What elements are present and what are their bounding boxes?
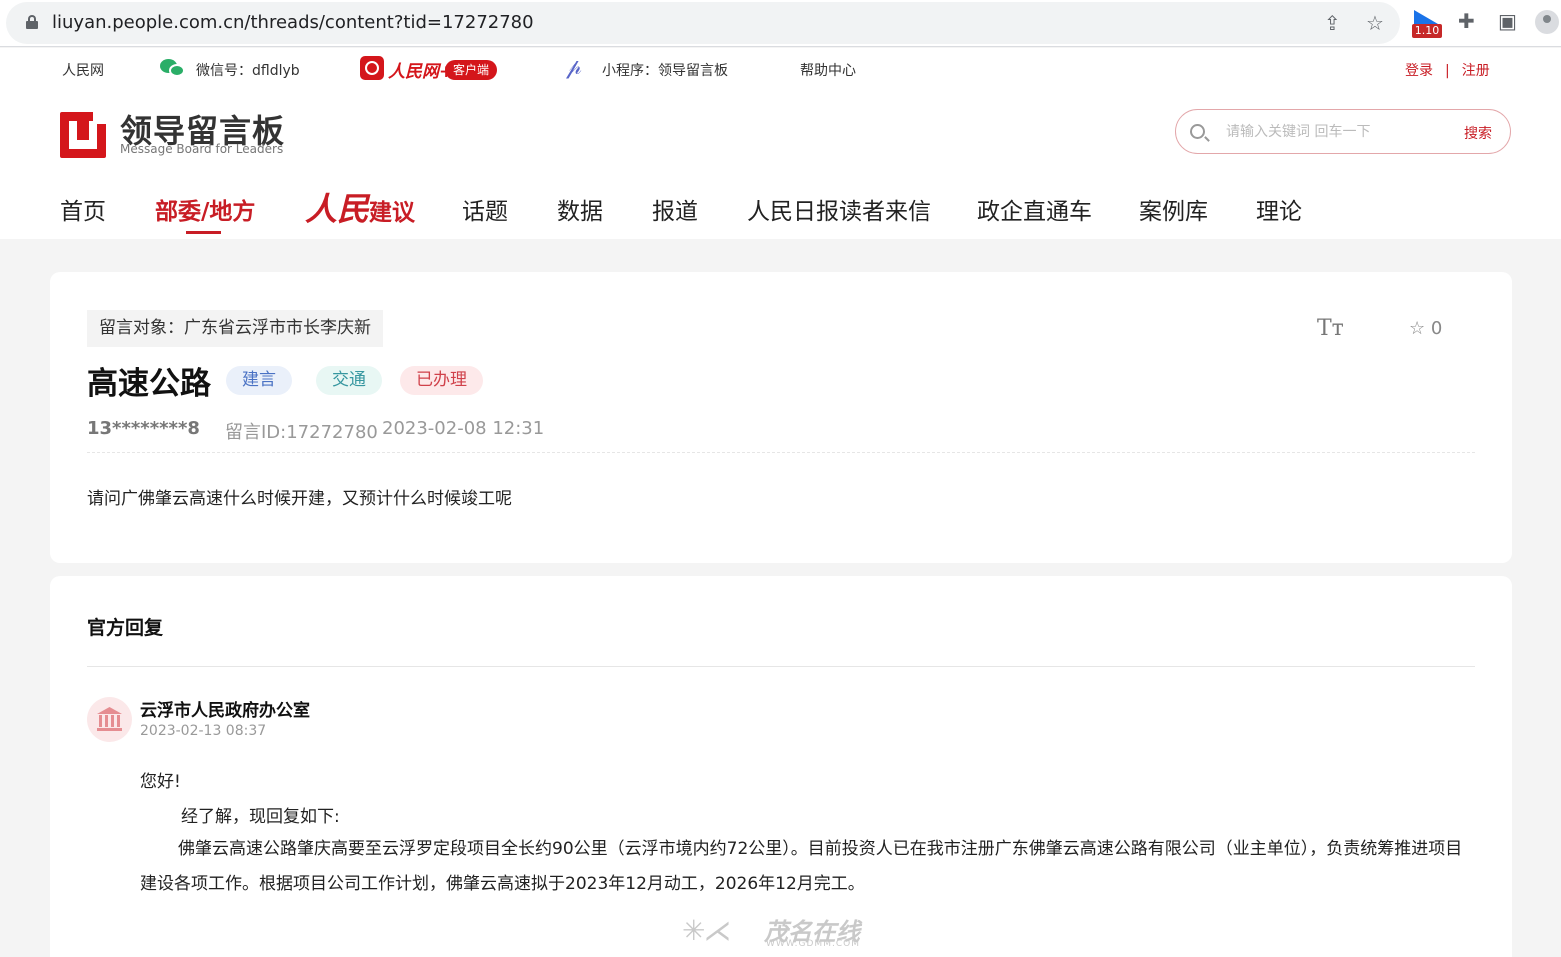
- post-title: 高速公路: [87, 366, 211, 402]
- nav-ministry-local[interactable]: 部委/地方: [155, 192, 255, 226]
- people-site-link[interactable]: 人民网: [62, 60, 104, 80]
- message-id: 留言ID:17272780: [225, 422, 378, 443]
- reply-heading: 官方回复: [87, 617, 164, 639]
- reply-org-name: 云浮市人民政府办公室: [140, 701, 310, 721]
- nav-topics[interactable]: 话题: [462, 192, 508, 226]
- nav-data[interactable]: 数据: [557, 192, 603, 226]
- reply-intro: 经了解，现回复如下:: [181, 807, 340, 827]
- nav-rmjy-part2: 建议: [369, 200, 416, 226]
- nav-active-indicator: [186, 231, 221, 234]
- site-logo[interactable]: 领导留言板 Message Board for Leaders: [60, 106, 300, 158]
- government-building-icon: [87, 697, 132, 742]
- divider: [87, 666, 1475, 667]
- rmw-logo-icon: [360, 56, 384, 80]
- divider: [87, 452, 1475, 453]
- share-icon[interactable]: ⇪: [1324, 12, 1341, 34]
- reply-card: 官方回复 云浮市人民政府办公室 2023-02-13 08:37 您好! 经了解…: [50, 576, 1512, 957]
- search-input[interactable]: [1226, 122, 1456, 142]
- login-link[interactable]: 登录: [1405, 63, 1433, 79]
- wechat-account[interactable]: 微信号：dfldlyb: [196, 60, 300, 80]
- client-label: 客户端: [445, 60, 498, 80]
- status-badge: 已办理: [400, 366, 483, 395]
- post-datetime: 2023-02-08 12:31: [382, 418, 545, 439]
- post-user: 13********8: [87, 418, 200, 439]
- logo-subtitle: Message Board for Leaders: [120, 142, 284, 156]
- reply-datetime: 2023-02-13 08:37: [140, 723, 267, 739]
- tag-domain: 交通: [316, 366, 382, 395]
- watermark-url: WWW.GDMM.COM: [766, 939, 860, 949]
- auth-separator: |: [1445, 63, 1450, 79]
- rmw-logo-text: 人民网+: [388, 62, 454, 82]
- profile-avatar[interactable]: [1535, 10, 1559, 34]
- message-target: 留言对象：广东省云浮市市长李庆新: [87, 310, 383, 347]
- nav-cases[interactable]: 案例库: [1139, 192, 1208, 226]
- watermark-glyph-icon: ✳⋌: [682, 914, 731, 947]
- address-bar[interactable]: liuyan.people.com.cn/threads/content?tid…: [6, 2, 1400, 44]
- nav-gov-enterprise[interactable]: 政企直通车: [977, 192, 1092, 226]
- reply-paragraph: 佛肇云高速公路肇庆高要至云浮罗定段项目全长约90公里（云浮市境内约72公里）。目…: [140, 839, 1463, 894]
- nav-rmjy[interactable]: 人民建议: [305, 184, 415, 230]
- bookmark-star-icon[interactable]: ☆: [1366, 12, 1384, 34]
- rmw-client-link[interactable]: 人民网+ 客户端: [360, 56, 502, 82]
- nav-rmjy-part1: 人民: [305, 190, 370, 228]
- post-card: 留言对象：广东省云浮市市长李庆新 Tт ☆ 0 高速公路 建言 交通 已办理 1…: [50, 272, 1512, 563]
- mini-program-icon: 𝓅: [566, 55, 582, 80]
- lock-icon[interactable]: [26, 15, 38, 29]
- extension-icon[interactable]: 1.10: [1412, 10, 1442, 38]
- nav-letters[interactable]: 人民日报读者来信: [747, 192, 931, 226]
- post-body: 请问广佛肇云高速什么时候开建，又预计什么时候竣工呢: [87, 489, 512, 509]
- mini-program-link[interactable]: 小程序：领导留言板: [602, 60, 728, 80]
- logo-mark-icon: [60, 112, 110, 158]
- browser-toolbar: liuyan.people.com.cn/threads/content?tid…: [0, 0, 1561, 47]
- extension-badge: 1.10: [1412, 24, 1442, 38]
- nav-theory[interactable]: 理论: [1256, 192, 1302, 226]
- auth-links: 登录 | 注册: [1405, 60, 1490, 80]
- nav-home[interactable]: 首页: [60, 192, 106, 226]
- font-size-icon[interactable]: Tт: [1317, 316, 1344, 341]
- search-button[interactable]: 搜索: [1464, 123, 1492, 143]
- url-text[interactable]: liuyan.people.com.cn/threads/content?tid…: [52, 12, 534, 33]
- site-header: 人民网 微信号：dfldlyb 人民网+ 客户端 𝓅 小程序：领导留言板 帮助中…: [0, 48, 1561, 239]
- register-link[interactable]: 注册: [1462, 63, 1490, 79]
- reply-greeting: 您好!: [140, 772, 181, 792]
- puzzle-icon[interactable]: ✚: [1458, 10, 1475, 32]
- search-box: 搜索: [1175, 109, 1511, 154]
- favorite-count[interactable]: ☆ 0: [1409, 318, 1442, 339]
- watermark-logo: ✳⋌ 茂名在线 WWW.GDMM.COM: [682, 912, 882, 952]
- search-icon: [1190, 124, 1205, 139]
- side-panel-icon[interactable]: ▣: [1498, 10, 1517, 32]
- help-center-link[interactable]: 帮助中心: [800, 60, 856, 80]
- nav-reports[interactable]: 报道: [652, 192, 698, 226]
- wechat-icon: [160, 59, 186, 77]
- tag-type: 建言: [226, 366, 292, 395]
